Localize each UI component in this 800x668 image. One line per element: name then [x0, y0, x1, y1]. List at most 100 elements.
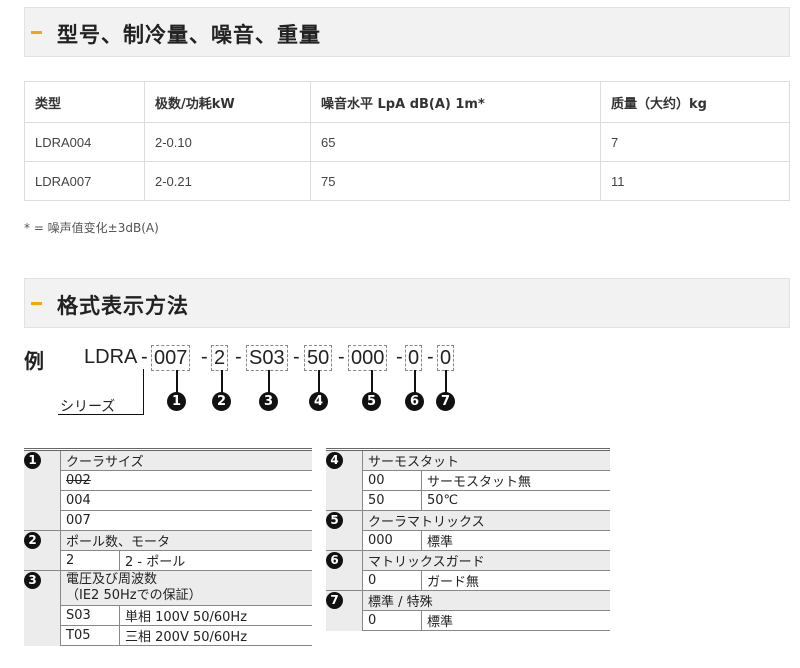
table-row: T05 三相 200V 50/60Hz	[24, 625, 312, 646]
marker-1-icon: 1	[24, 452, 41, 469]
code-dash: -	[338, 346, 345, 368]
section-title: 型号、制冷量、噪音、重量	[57, 23, 321, 47]
marker-4-icon: 4	[309, 392, 328, 411]
marker-3-icon: 3	[259, 392, 278, 411]
cell-noise: 65	[310, 122, 601, 162]
group-title: クーラマトリックス	[362, 510, 610, 531]
table-header-row: 类型 极数/功耗kW 噪音水平 LpA dB(A) 1m* 质量（大约）kg	[24, 81, 790, 123]
marker-2-icon: 2	[24, 532, 41, 549]
pointer-line	[414, 370, 416, 393]
cell-poles-power: 2-0.10	[144, 122, 311, 162]
accent-bar	[31, 302, 42, 305]
option-code: 002	[60, 470, 312, 491]
marker-4-icon: 4	[326, 452, 343, 469]
option-code: 00	[362, 470, 422, 491]
option-code: 000	[362, 530, 422, 551]
group-title: クーラサイズ	[60, 451, 312, 471]
group-header: 4 サーモスタット	[326, 451, 610, 511]
option-desc: ガード無	[421, 570, 610, 591]
code-part-3: S03	[246, 345, 288, 371]
section-header-format: 格式表示方法	[24, 278, 790, 328]
group-title: サーモスタット	[362, 451, 610, 471]
code-dash: -	[235, 346, 242, 368]
pointer-line	[176, 370, 178, 393]
col-header-poles-power: 极数/功耗kW	[144, 81, 311, 123]
series-connector	[143, 369, 144, 415]
option-desc: 50℃	[421, 490, 610, 511]
cell-mass: 7	[600, 122, 790, 162]
marker-6-icon: 6	[326, 552, 343, 569]
marker-5-icon: 5	[326, 512, 343, 529]
option-code: 0	[362, 570, 422, 591]
marker-1-icon: 1	[167, 392, 186, 411]
col-header-mass: 质量（大约）kg	[600, 81, 790, 123]
col-header-type: 类型	[24, 81, 145, 123]
table-row: 2 2 - ポール	[24, 550, 312, 571]
group-title: 電圧及び周波数 （IE2 50Hzでの保証）	[60, 570, 312, 606]
option-desc: 三相 200V 50/60Hz	[119, 625, 312, 646]
table-row: 002	[24, 470, 312, 491]
code-dash: -	[396, 346, 403, 368]
marker-3-icon: 3	[24, 572, 41, 589]
spec-table: 类型 极数/功耗kW 噪音水平 LpA dB(A) 1m* 质量（大约）kg L…	[24, 81, 790, 201]
group-header: 5 クーラマトリックス	[326, 510, 610, 551]
group-title-line2: （IE2 50Hzでの保証）	[66, 588, 202, 603]
code-table-left: 1 クーラサイズ 002 004 007 2 ポール数、モータ 2 2 - ポー…	[24, 451, 312, 646]
marker-2-icon: 2	[212, 392, 231, 411]
section-header-specs: 型号、制冷量、噪音、重量	[24, 7, 790, 57]
group-title: ポール数、モータ	[60, 530, 312, 551]
option-code: 0	[362, 610, 422, 631]
cell-type: LDRA004	[24, 122, 145, 162]
cell-noise: 75	[310, 161, 601, 201]
group-title-line1: 電圧及び周波数	[66, 572, 158, 587]
option-code: S03	[60, 605, 120, 626]
group-header: 2 ポール数、モータ	[24, 530, 312, 571]
option-desc: 単相 100V 50/60Hz	[119, 605, 312, 626]
option-code: 004	[60, 490, 312, 511]
series-label: シリーズ	[60, 398, 116, 414]
table-row: 000 標準	[326, 530, 610, 551]
code-dash: -	[293, 346, 300, 368]
group-header: 3 電圧及び周波数 （IE2 50Hzでの保証）	[24, 570, 312, 646]
table-row: 0 ガード無	[326, 570, 610, 591]
code-part-1: 007	[151, 345, 191, 371]
marker-7-icon: 7	[326, 592, 343, 609]
code-table-right: 4 サーモスタット 00 サーモスタット無 50 50℃ 5 クーラマトリックス…	[326, 451, 610, 631]
code-prefix: LDRA	[84, 346, 138, 368]
option-desc: 標準	[421, 610, 610, 631]
option-code: 2	[60, 550, 120, 571]
example-label: 例	[24, 351, 44, 373]
series-underline	[58, 414, 144, 415]
group-header: 1 クーラサイズ	[24, 451, 312, 531]
code-part-7: 0	[437, 345, 455, 371]
code-part-4: 50	[304, 345, 333, 371]
col-header-noise: 噪音水平 LpA dB(A) 1m*	[310, 81, 601, 123]
pointer-line	[221, 370, 223, 393]
table-row: 004	[24, 490, 312, 511]
table-row: 0 標準	[326, 610, 610, 631]
code-part-2: 2	[211, 345, 229, 371]
option-desc: サーモスタット無	[421, 470, 610, 491]
option-code: 50	[362, 490, 422, 511]
table-row: 00 サーモスタット無	[326, 470, 610, 491]
code-part-6: 0	[405, 345, 423, 371]
code-dash: -	[427, 346, 434, 368]
code-part-5: 000	[348, 345, 388, 371]
marker-7-icon: 7	[436, 392, 455, 411]
accent-bar	[31, 31, 42, 34]
group-title: マトリックスガード	[362, 550, 610, 571]
table-row: S03 単相 100V 50/60Hz	[24, 605, 312, 626]
marker-6-icon: 6	[405, 392, 424, 411]
group-title: 標準 / 特殊	[362, 590, 610, 611]
option-desc: 2 - ポール	[119, 550, 312, 571]
table-row: LDRA007 2-0.21 75 11	[24, 161, 790, 201]
option-code: 007	[60, 510, 312, 531]
code-dash: -	[201, 346, 208, 368]
cell-mass: 11	[600, 161, 790, 201]
section-title: 格式表示方法	[57, 294, 189, 318]
table-row: 007	[24, 510, 312, 531]
group-header: 7 標準 / 特殊	[326, 590, 610, 631]
cell-type: LDRA007	[24, 161, 145, 201]
marker-5-icon: 5	[362, 392, 381, 411]
table-row: LDRA004 2-0.10 65 7	[24, 122, 790, 162]
